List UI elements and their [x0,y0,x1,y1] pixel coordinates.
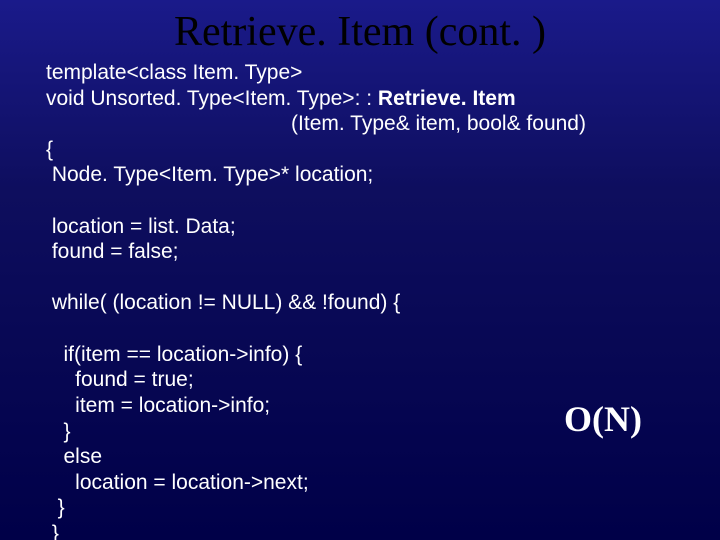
code-method-name: Retrieve. Item [378,87,516,110]
code-line: found = true; [46,368,194,391]
code-line: void Unsorted. Type<Item. Type>: : [46,87,378,110]
code-line: } [46,496,65,519]
code-line: template<class Item. Type> [46,61,302,84]
code-line: location = location->next; [46,471,309,494]
code-line: { [46,138,53,161]
code-line: while( (location != NULL) && !found) { [46,291,400,314]
slide-title: Retrieve. Item (cont. ) [0,0,720,60]
code-block: template<class Item. Type> void Unsorted… [0,60,720,540]
complexity-annotation: O(N) [564,398,642,440]
code-line: Node. Type<Item. Type>* location; [46,163,373,186]
code-line: else [46,445,102,468]
code-line: if(item == location->info) { [46,343,302,366]
code-line: } [46,420,71,443]
code-line: found = false; [46,240,179,263]
code-line: (Item. Type& item, bool& found) [46,112,586,135]
code-line: location = list. Data; [46,215,236,238]
code-line: } [46,522,59,540]
code-line: item = location->info; [46,394,270,417]
